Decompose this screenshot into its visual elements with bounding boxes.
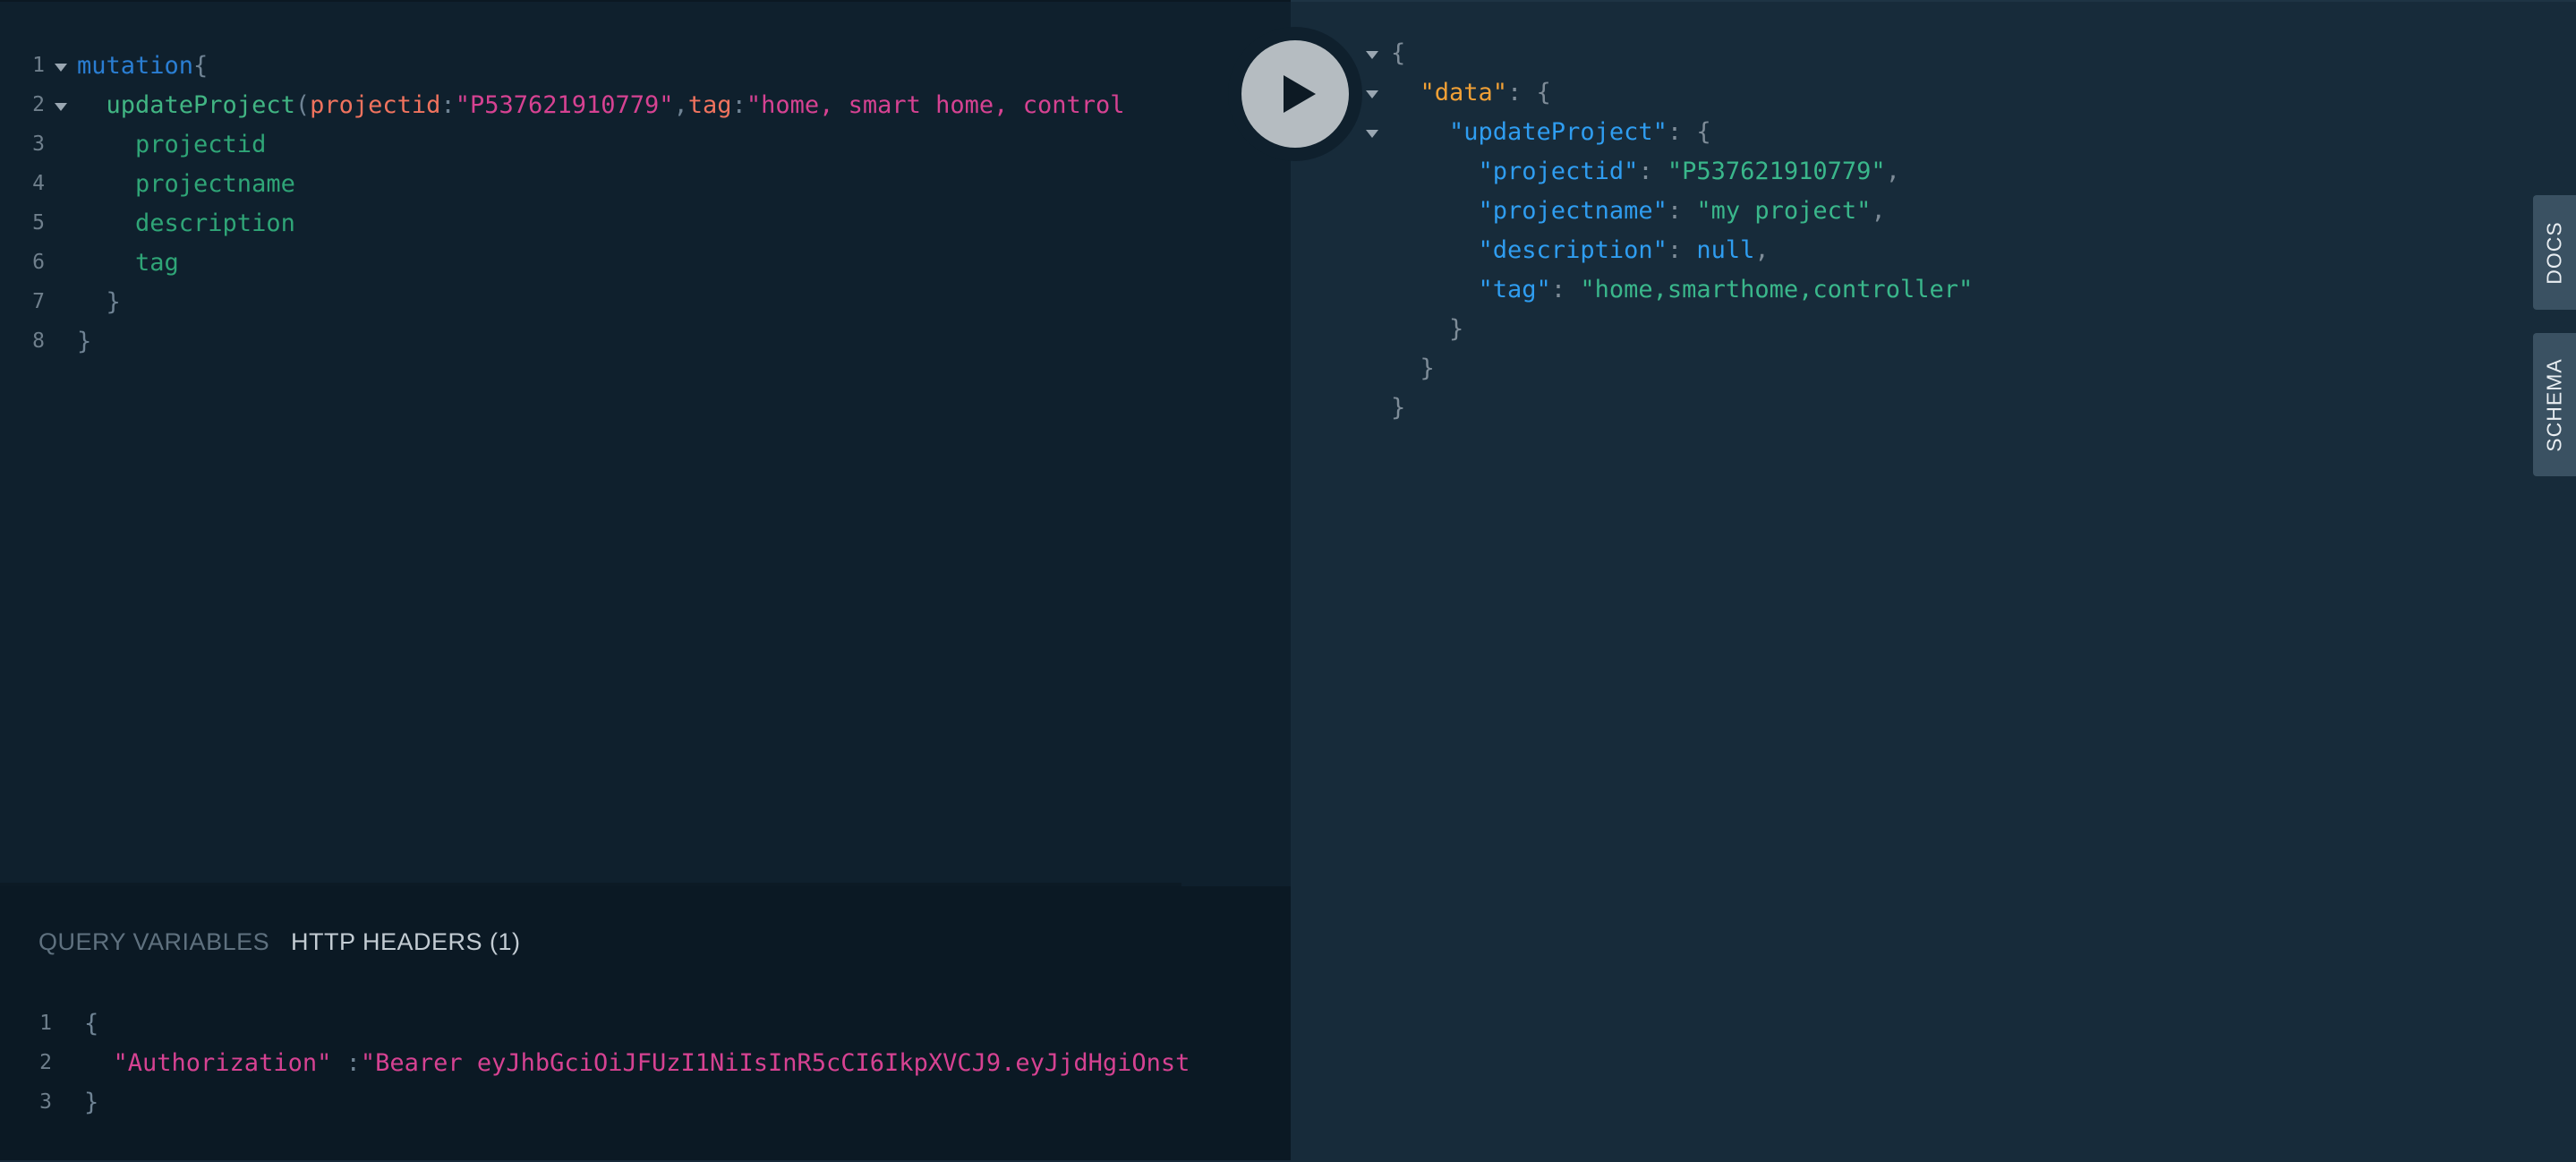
code-token: { (1391, 39, 1406, 67)
line-number: 4 (32, 172, 45, 195)
tab-http-headers[interactable]: HTTP HEADERS (1) (291, 924, 521, 960)
code-token: { (84, 1010, 99, 1038)
query-line[interactable]: projectname (77, 165, 295, 204)
code-token: "description" (1391, 236, 1668, 264)
code-token: "Bearer eyJhbGciOiJFUzI1NiIsInR5cCI6IkpX… (360, 1049, 1190, 1077)
code-token: : (1550, 276, 1581, 303)
code-token: } (1391, 315, 1464, 343)
code-token: "P537621910779" (455, 91, 674, 119)
code-token: projectname (77, 170, 295, 198)
line-number: 8 (32, 329, 45, 353)
code-token: , (1885, 158, 1900, 185)
tab-query-variables[interactable]: QUERY VARIABLES (38, 924, 269, 960)
code-token: , (1871, 197, 1886, 225)
result-line: } (1391, 389, 1405, 428)
query-line[interactable]: mutation{ (77, 47, 208, 86)
code-token: null (1696, 236, 1755, 264)
code-token: } (77, 328, 92, 355)
line-number: 6 (32, 251, 45, 274)
code-token: , (1754, 236, 1770, 264)
query-line[interactable]: tag (77, 244, 179, 283)
result-line: "tag": "home,smarthome,controller" (1391, 270, 1974, 310)
code-token: : (1667, 236, 1697, 264)
code-token: "updateProject" (1391, 118, 1668, 146)
line-number: 2 (32, 93, 45, 116)
docs-tab[interactable]: DOCS (2533, 195, 2576, 310)
header-line[interactable]: } (84, 1083, 98, 1123)
result-line: "projectid": "P537621910779", (1391, 152, 1900, 192)
schema-tab-label: SCHEMA (2542, 357, 2566, 452)
code-token: projectid (77, 131, 267, 158)
code-token: , (673, 91, 688, 119)
result-line: "projectname": "my project", (1391, 192, 1886, 231)
code-token: mutation (77, 52, 194, 80)
result-line: } (1391, 349, 1435, 389)
line-number: 3 (32, 132, 45, 156)
query-line[interactable]: } (77, 322, 91, 362)
result-viewer: { "data": { "updateProject": { "projecti… (1291, 0, 2576, 1162)
code-token: "tag" (1391, 276, 1551, 303)
code-token: "P537621910779" (1667, 158, 1886, 185)
fold-arrow-icon[interactable] (1366, 90, 1378, 98)
result-line: { (1391, 34, 1405, 73)
result-line: "description": null, (1391, 231, 1770, 270)
code-token: description (77, 209, 295, 237)
result-line: "data": { (1391, 73, 1551, 113)
code-token: ( (294, 91, 311, 119)
code-token: "home, smart home, control (746, 91, 1125, 119)
code-token: : (731, 91, 746, 119)
query-line[interactable]: description (77, 204, 295, 244)
line-number: 2 (39, 1051, 52, 1074)
schema-tab[interactable]: SCHEMA (2533, 333, 2576, 476)
code-token: : (331, 1049, 361, 1077)
code-token: } (1391, 394, 1406, 422)
code-token: : { (1667, 118, 1711, 146)
fold-arrow-icon[interactable] (1366, 51, 1378, 59)
line-number: 5 (32, 211, 45, 235)
line-number: 1 (39, 1012, 52, 1035)
code-token: : { (1507, 79, 1551, 107)
query-line[interactable]: projectid (77, 125, 266, 165)
line-number: 1 (32, 54, 45, 77)
play-icon (1284, 75, 1316, 113)
code-token: "home,smarthome,controller" (1580, 276, 1974, 303)
query-line[interactable]: } (77, 283, 121, 322)
code-token: } (77, 288, 121, 316)
run-query-button[interactable] (1228, 27, 1362, 161)
fold-arrow-icon[interactable] (55, 64, 67, 72)
query-line[interactable]: updateProject(projectid:"P537621910779",… (77, 86, 1125, 125)
fold-arrow-icon[interactable] (1366, 130, 1378, 138)
code-token: : (440, 91, 456, 119)
header-line[interactable]: { (84, 1004, 98, 1044)
code-token: projectid (310, 91, 441, 119)
line-number: 3 (39, 1090, 52, 1114)
query-editor[interactable]: 1 mutation{2 updateProject(projectid:"P53… (0, 0, 1291, 888)
code-token: "data" (1391, 79, 1508, 107)
code-token: } (1391, 355, 1435, 382)
code-token: : (1638, 158, 1668, 185)
header-line[interactable]: "Authorization" :"Bearer eyJhbGciOiJFUzI… (84, 1044, 1190, 1083)
line-number: 7 (32, 290, 45, 313)
code-token: "Authorization" (84, 1049, 332, 1077)
docs-tab-label: DOCS (2542, 220, 2566, 285)
code-token: "projectname" (1391, 197, 1668, 225)
run-button-face[interactable] (1241, 40, 1349, 148)
code-token: updateProject (77, 91, 295, 119)
code-token: tag (77, 249, 179, 277)
code-token: : (1667, 197, 1697, 225)
code-token: "my project" (1696, 197, 1872, 225)
code-token: { (193, 52, 209, 80)
code-token: tag (687, 91, 732, 119)
result-line: "updateProject": { (1391, 113, 1711, 152)
fold-arrow-icon[interactable] (55, 103, 67, 111)
result-line: } (1391, 310, 1463, 349)
code-token: } (84, 1089, 99, 1116)
code-token: "projectid" (1391, 158, 1639, 185)
